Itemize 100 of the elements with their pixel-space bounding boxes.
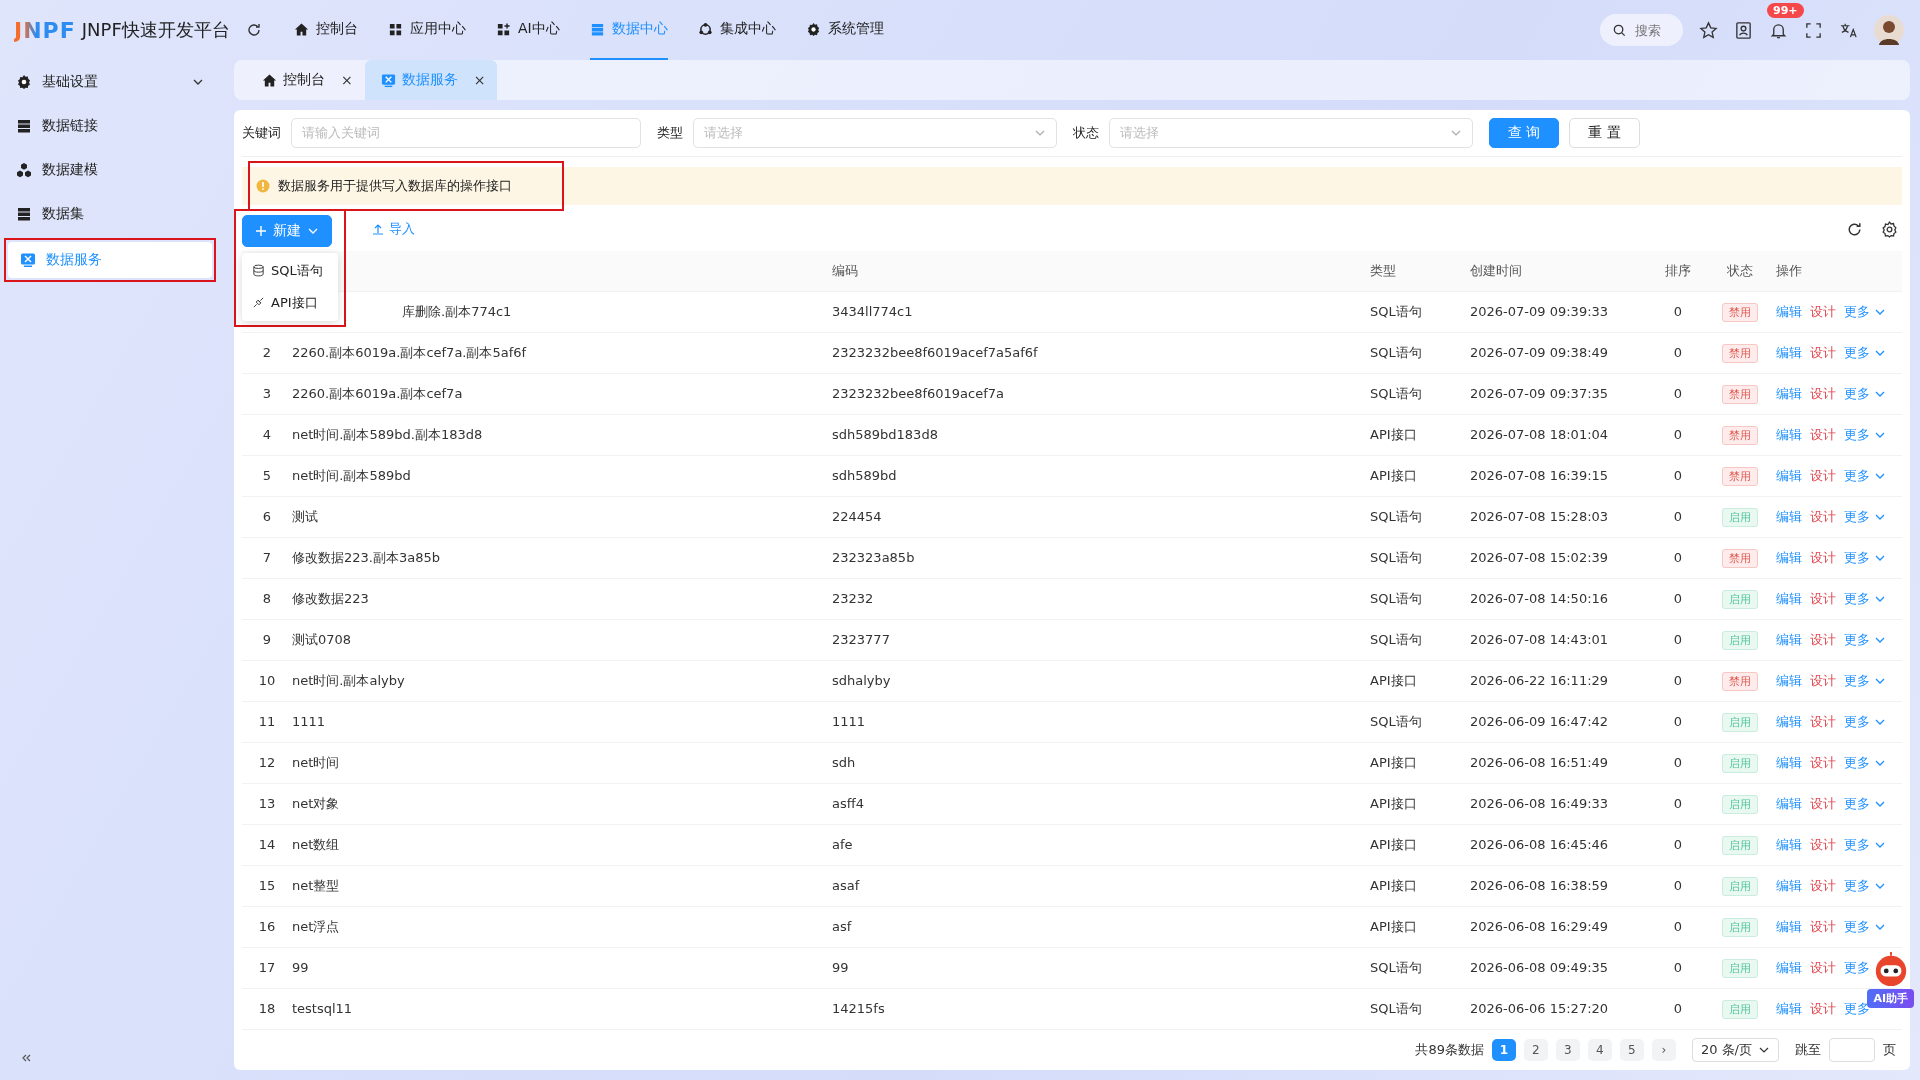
edit-link[interactable]: 编辑 bbox=[1776, 343, 1802, 362]
edit-link[interactable]: 编辑 bbox=[1776, 384, 1802, 403]
more-link[interactable]: 更多 bbox=[1844, 835, 1870, 854]
design-link[interactable]: 设计 bbox=[1810, 999, 1836, 1018]
keyword-field[interactable]: 请输入关键词 bbox=[291, 117, 641, 148]
edit-link[interactable]: 编辑 bbox=[1776, 753, 1802, 772]
design-link[interactable]: 设计 bbox=[1810, 343, 1836, 362]
more-link[interactable]: 更多 bbox=[1844, 466, 1870, 485]
more-link[interactable]: 更多 bbox=[1844, 917, 1870, 936]
reset-button[interactable]: 重 置 bbox=[1569, 117, 1640, 148]
total-count: 共89条数据 bbox=[1415, 1040, 1484, 1059]
next-page-button[interactable]: › bbox=[1651, 1038, 1676, 1061]
page-tab[interactable]: 控制台 × bbox=[246, 60, 365, 100]
sidebar-item[interactable]: 基础设置 bbox=[4, 64, 216, 100]
edit-link[interactable]: 编辑 bbox=[1776, 794, 1802, 813]
design-link[interactable]: 设计 bbox=[1810, 958, 1836, 977]
page-button[interactable]: 3 bbox=[1555, 1038, 1580, 1061]
refresh-icon[interactable] bbox=[1846, 220, 1863, 238]
nav-tab[interactable]: 控制台 bbox=[294, 0, 358, 60]
fullscreen-icon[interactable] bbox=[1804, 20, 1823, 40]
more-link[interactable]: 更多 bbox=[1844, 589, 1870, 608]
more-link[interactable]: 更多 bbox=[1844, 507, 1870, 526]
sidebar-item[interactable]: 数据服务 bbox=[8, 242, 212, 278]
more-link[interactable]: 更多 bbox=[1844, 302, 1870, 321]
design-link[interactable]: 设计 bbox=[1810, 589, 1836, 608]
design-link[interactable]: 设计 bbox=[1810, 548, 1836, 567]
design-link[interactable]: 设计 bbox=[1810, 917, 1836, 936]
page-button[interactable]: 1 bbox=[1491, 1038, 1516, 1061]
more-link[interactable]: 更多 bbox=[1844, 712, 1870, 731]
menu-item[interactable]: API接口 bbox=[242, 286, 338, 319]
more-link[interactable]: 更多 bbox=[1844, 630, 1870, 649]
design-link[interactable]: 设计 bbox=[1810, 753, 1836, 772]
warning-icon bbox=[256, 178, 270, 193]
design-link[interactable]: 设计 bbox=[1810, 712, 1836, 731]
edit-link[interactable]: 编辑 bbox=[1776, 548, 1802, 567]
page-button[interactable]: 4 bbox=[1587, 1038, 1612, 1061]
edit-link[interactable]: 编辑 bbox=[1776, 712, 1802, 731]
sidebar-item[interactable]: 数据链接 bbox=[4, 108, 216, 144]
design-link[interactable]: 设计 bbox=[1810, 794, 1836, 813]
star-icon[interactable] bbox=[1699, 20, 1718, 40]
edit-link[interactable]: 编辑 bbox=[1776, 835, 1802, 854]
nav-tab[interactable]: 集成中心 bbox=[697, 0, 776, 60]
menu-item[interactable]: SQL语句 bbox=[242, 254, 338, 287]
collapse-icon[interactable] bbox=[20, 1052, 32, 1064]
ai-assistant-button[interactable]: AI助手 bbox=[1867, 989, 1914, 1008]
page-size-select[interactable]: 20 条/页 bbox=[1691, 1037, 1779, 1062]
edit-link[interactable]: 编辑 bbox=[1776, 876, 1802, 895]
close-icon[interactable]: × bbox=[473, 72, 486, 88]
design-link[interactable]: 设计 bbox=[1810, 671, 1836, 690]
more-link[interactable]: 更多 bbox=[1844, 753, 1870, 772]
design-link[interactable]: 设计 bbox=[1810, 466, 1836, 485]
more-link[interactable]: 更多 bbox=[1844, 794, 1870, 813]
tab-label: 控制台 bbox=[283, 71, 325, 89]
settings-icon[interactable] bbox=[1881, 220, 1898, 238]
table-cell-text: 0 bbox=[1672, 837, 1684, 853]
edit-link[interactable]: 编辑 bbox=[1776, 999, 1802, 1018]
edit-link[interactable]: 编辑 bbox=[1776, 302, 1802, 321]
edit-link[interactable]: 编辑 bbox=[1776, 630, 1802, 649]
edit-link[interactable]: 编辑 bbox=[1776, 671, 1802, 690]
design-link[interactable]: 设计 bbox=[1810, 302, 1836, 321]
close-icon[interactable]: × bbox=[341, 72, 353, 88]
more-link[interactable]: 更多 bbox=[1844, 958, 1870, 977]
nav-tab[interactable]: 应用中心 bbox=[388, 0, 466, 60]
edit-link[interactable]: 编辑 bbox=[1776, 507, 1802, 526]
edit-link[interactable]: 编辑 bbox=[1776, 589, 1802, 608]
design-link[interactable]: 设计 bbox=[1810, 425, 1836, 444]
more-link[interactable]: 更多 bbox=[1844, 999, 1870, 1018]
contact-card-icon[interactable] bbox=[1734, 20, 1753, 40]
more-link[interactable]: 更多 bbox=[1844, 343, 1870, 362]
avatar[interactable] bbox=[1874, 15, 1904, 45]
page-button[interactable]: 2 bbox=[1523, 1038, 1548, 1061]
refresh-icon[interactable] bbox=[245, 22, 262, 38]
nav-tab[interactable]: 系统管理 bbox=[805, 0, 884, 60]
nav-tab[interactable]: AI中心 bbox=[496, 0, 560, 60]
design-link[interactable]: 设计 bbox=[1810, 876, 1836, 895]
type-select[interactable]: 请选择 bbox=[693, 117, 1057, 148]
edit-link[interactable]: 编辑 bbox=[1776, 425, 1802, 444]
edit-link[interactable]: 编辑 bbox=[1776, 958, 1802, 977]
page-button[interactable]: 5 bbox=[1619, 1038, 1644, 1061]
sidebar-item[interactable]: 数据建模 bbox=[4, 152, 216, 188]
more-link[interactable]: 更多 bbox=[1844, 425, 1870, 444]
design-link[interactable]: 设计 bbox=[1810, 384, 1836, 403]
import-button[interactable]: 导入 bbox=[366, 210, 421, 247]
more-link[interactable]: 更多 bbox=[1844, 876, 1870, 895]
edit-link[interactable]: 编辑 bbox=[1776, 466, 1802, 485]
more-link[interactable]: 更多 bbox=[1844, 548, 1870, 567]
edit-link[interactable]: 编辑 bbox=[1776, 917, 1802, 936]
new-button[interactable]: 新建 bbox=[242, 214, 332, 247]
design-link[interactable]: 设计 bbox=[1810, 630, 1836, 649]
query-button[interactable]: 查 询 bbox=[1489, 117, 1560, 148]
more-link[interactable]: 更多 bbox=[1844, 384, 1870, 403]
nav-tab[interactable]: 数据中心 bbox=[589, 0, 668, 60]
sidebar-item[interactable]: 数据集 bbox=[4, 196, 216, 232]
page-tab[interactable]: 数据服务 × bbox=[364, 60, 498, 100]
jump-field[interactable] bbox=[1829, 1037, 1875, 1062]
design-link[interactable]: 设计 bbox=[1810, 835, 1836, 854]
status-select[interactable]: 请选择 bbox=[1109, 117, 1473, 148]
design-link[interactable]: 设计 bbox=[1810, 507, 1836, 526]
more-link[interactable]: 更多 bbox=[1844, 671, 1870, 690]
row-number: 11 bbox=[257, 714, 277, 730]
